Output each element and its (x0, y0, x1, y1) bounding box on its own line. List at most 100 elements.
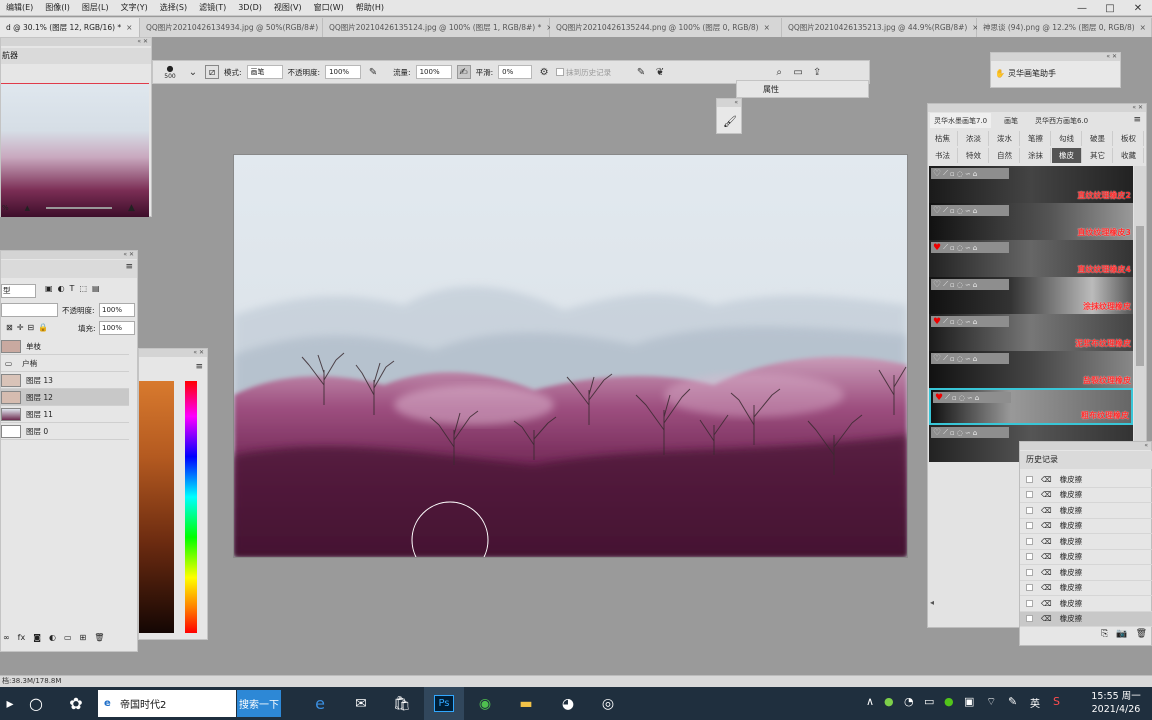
save-icon[interactable]: ▫ (950, 170, 955, 178)
brush-icon[interactable]: ⟋ (943, 428, 948, 437)
menu-view[interactable]: 视图(V) (268, 2, 308, 13)
save-icon[interactable]: ▫ (950, 355, 955, 363)
link-icon[interactable]: ∽ (965, 170, 971, 178)
history-source-checkbox[interactable] (1026, 537, 1033, 545)
minimize-icon[interactable]: — (1068, 0, 1096, 16)
mail-icon[interactable]: ✉ (341, 687, 381, 720)
favorite-heart-icon[interactable]: ♡ (933, 206, 941, 216)
save-icon[interactable]: ▫ (952, 394, 957, 402)
history-source-checkbox[interactable] (1026, 522, 1033, 530)
history-state-row[interactable]: ⌫ 橡皮擦 (1020, 581, 1152, 596)
brush-icon[interactable]: ⟋ (943, 169, 948, 178)
navigator-tab[interactable]: 航器 (1, 48, 151, 64)
settings-icon[interactable]: ◌ (957, 355, 963, 363)
panel-collapse-bar[interactable]: « ✕ (139, 349, 207, 357)
tab-western-brushes[interactable]: 灵华西方画笔6.0 (1031, 113, 1092, 128)
doc-tab[interactable]: d @ 30.1% (图层 12, RGB/16) * × (0, 18, 140, 37)
hue-slider[interactable] (185, 381, 197, 633)
history-source-checkbox[interactable] (1026, 568, 1033, 576)
zoom-slider[interactable] (46, 207, 113, 209)
layer-row[interactable]: 图层 12 (1, 389, 129, 406)
scroll-left-icon[interactable]: ◂ (930, 598, 1020, 610)
history-state-row[interactable]: ⌫ 橡皮擦 (1020, 565, 1152, 581)
zoom-out-icon[interactable]: ▲ (25, 204, 30, 212)
eye-icon[interactable]: ⌂ (973, 244, 977, 252)
settings-icon[interactable]: ◌ (957, 281, 963, 289)
history-source-checkbox[interactable] (1026, 553, 1033, 561)
doc-tab[interactable]: QQ图片20210426135124.jpg @ 100% (图层 1, RGB… (323, 18, 553, 37)
link-icon[interactable]: ∽ (965, 244, 971, 252)
panel-collapse-bar[interactable]: « ✕ (928, 104, 1146, 112)
brush-preset-row[interactable]: ♡ ⟋ ▫ ◌ ∽ ⌂ 直纹纹理橡皮2 (929, 166, 1133, 203)
link-icon[interactable]: ∽ (965, 318, 971, 326)
tab-brushes[interactable]: 画笔 (1000, 113, 1022, 128)
favorite-heart-icon[interactable]: ♡ (933, 354, 941, 364)
chevron-up-icon[interactable]: ∧ (866, 695, 874, 708)
scrollbar-thumb[interactable] (1136, 226, 1144, 366)
favorite-heart-icon[interactable]: ♥ (933, 317, 941, 327)
search-button[interactable]: 搜索一下 (237, 690, 281, 717)
layer-opacity-input[interactable]: 100% (99, 303, 135, 317)
brush-preset-picker[interactable]: ● 500 (159, 64, 181, 80)
history-state-row[interactable]: ⌫ 橡皮擦 (1020, 596, 1152, 612)
menu-edit[interactable]: 编辑(E) (0, 2, 39, 13)
edge-browser-icon[interactable]: e (300, 687, 340, 720)
history-state-row[interactable]: ⌫ 橡皮擦 (1020, 534, 1152, 550)
history-source-checkbox[interactable] (1026, 615, 1033, 623)
layer-row[interactable]: 图层 0 (1, 423, 129, 440)
tab-ink-brushes[interactable]: 灵华水墨画笔7.0 (930, 113, 992, 128)
image-filter-icon[interactable]: ▣ (45, 284, 53, 293)
menu-select[interactable]: 选择(S) (154, 2, 193, 13)
workspace-icon[interactable]: ▭ (791, 65, 805, 79)
eye-icon[interactable]: ⌂ (973, 318, 977, 326)
wifi-icon[interactable]: ⌔ (986, 695, 996, 709)
opacity-input[interactable]: 100% (325, 65, 362, 79)
eye-icon[interactable]: ⌂ (973, 170, 977, 178)
wechat-icon[interactable]: ● (944, 695, 954, 708)
smart-filter-icon[interactable]: ▤ (92, 284, 100, 293)
brush-assistant-button[interactable]: ✋ 灵华画笔助手 (995, 68, 1056, 79)
category-button[interactable]: 涂抹 (1021, 148, 1051, 163)
airbrush-icon[interactable]: ✍ (456, 65, 471, 79)
favorite-heart-icon[interactable]: ♡ (933, 169, 941, 179)
link-icon[interactable]: ∽ (965, 207, 971, 215)
settings-icon[interactable]: ◌ (957, 207, 963, 215)
gear-icon[interactable]: ⚙ (537, 65, 551, 79)
tray-app-icon[interactable]: ● (884, 695, 894, 708)
pen-icon[interactable]: ✎ (1008, 695, 1017, 708)
obs-icon[interactable]: ◎ (588, 687, 628, 720)
link-icon[interactable]: ∽ (965, 281, 971, 289)
menu-window[interactable]: 窗口(W) (308, 2, 350, 13)
category-button[interactable]: 自然 (990, 148, 1020, 163)
eye-icon[interactable]: ⌂ (973, 207, 977, 215)
brush-icon[interactable]: ⟋ (943, 317, 948, 326)
eye-icon[interactable]: ⌂ (975, 394, 979, 402)
layer-row[interactable]: 图层 13 (1, 372, 129, 389)
folder-icon[interactable]: ▭ (64, 633, 72, 642)
brush-icon[interactable]: ⟋ (943, 354, 948, 363)
category-button[interactable]: 勾线 (1052, 131, 1082, 146)
category-button[interactable]: 收藏 (1114, 148, 1144, 163)
category-button[interactable]: 破墨 (1083, 131, 1113, 146)
pressure-opacity-icon[interactable]: ✎ (366, 65, 380, 79)
brush-icon[interactable]: ⟋ (945, 393, 950, 402)
trash-icon[interactable]: 🗑 (94, 633, 104, 642)
history-source-checkbox[interactable] (1026, 491, 1033, 499)
layer-group-row[interactable]: ▭ 户梢 (1, 355, 129, 372)
close-icon[interactable]: × (764, 23, 770, 32)
category-button[interactable]: 特效 (959, 148, 989, 163)
category-button[interactable]: 枯焦 (928, 131, 958, 146)
link-icon[interactable]: ∽ (965, 355, 971, 363)
tray-display-icon[interactable]: ▣ (964, 695, 974, 708)
app-avatar-icon[interactable]: ◕ (548, 687, 588, 720)
history-state-row[interactable]: ⌫ 橡皮擦 (1020, 611, 1152, 627)
eye-icon[interactable]: ⌂ (973, 281, 977, 289)
search-icon[interactable]: ⌕ (772, 65, 786, 79)
qq-icon[interactable]: ◔ (904, 695, 914, 708)
save-icon[interactable]: ▫ (950, 244, 955, 252)
history-source-checkbox[interactable] (1026, 475, 1033, 483)
sogou-icon[interactable]: S (1053, 695, 1060, 708)
fill-input[interactable]: 100% (99, 321, 135, 335)
history-source-checkbox[interactable] (1026, 599, 1033, 607)
file-explorer-icon[interactable]: ▬ (506, 687, 546, 720)
